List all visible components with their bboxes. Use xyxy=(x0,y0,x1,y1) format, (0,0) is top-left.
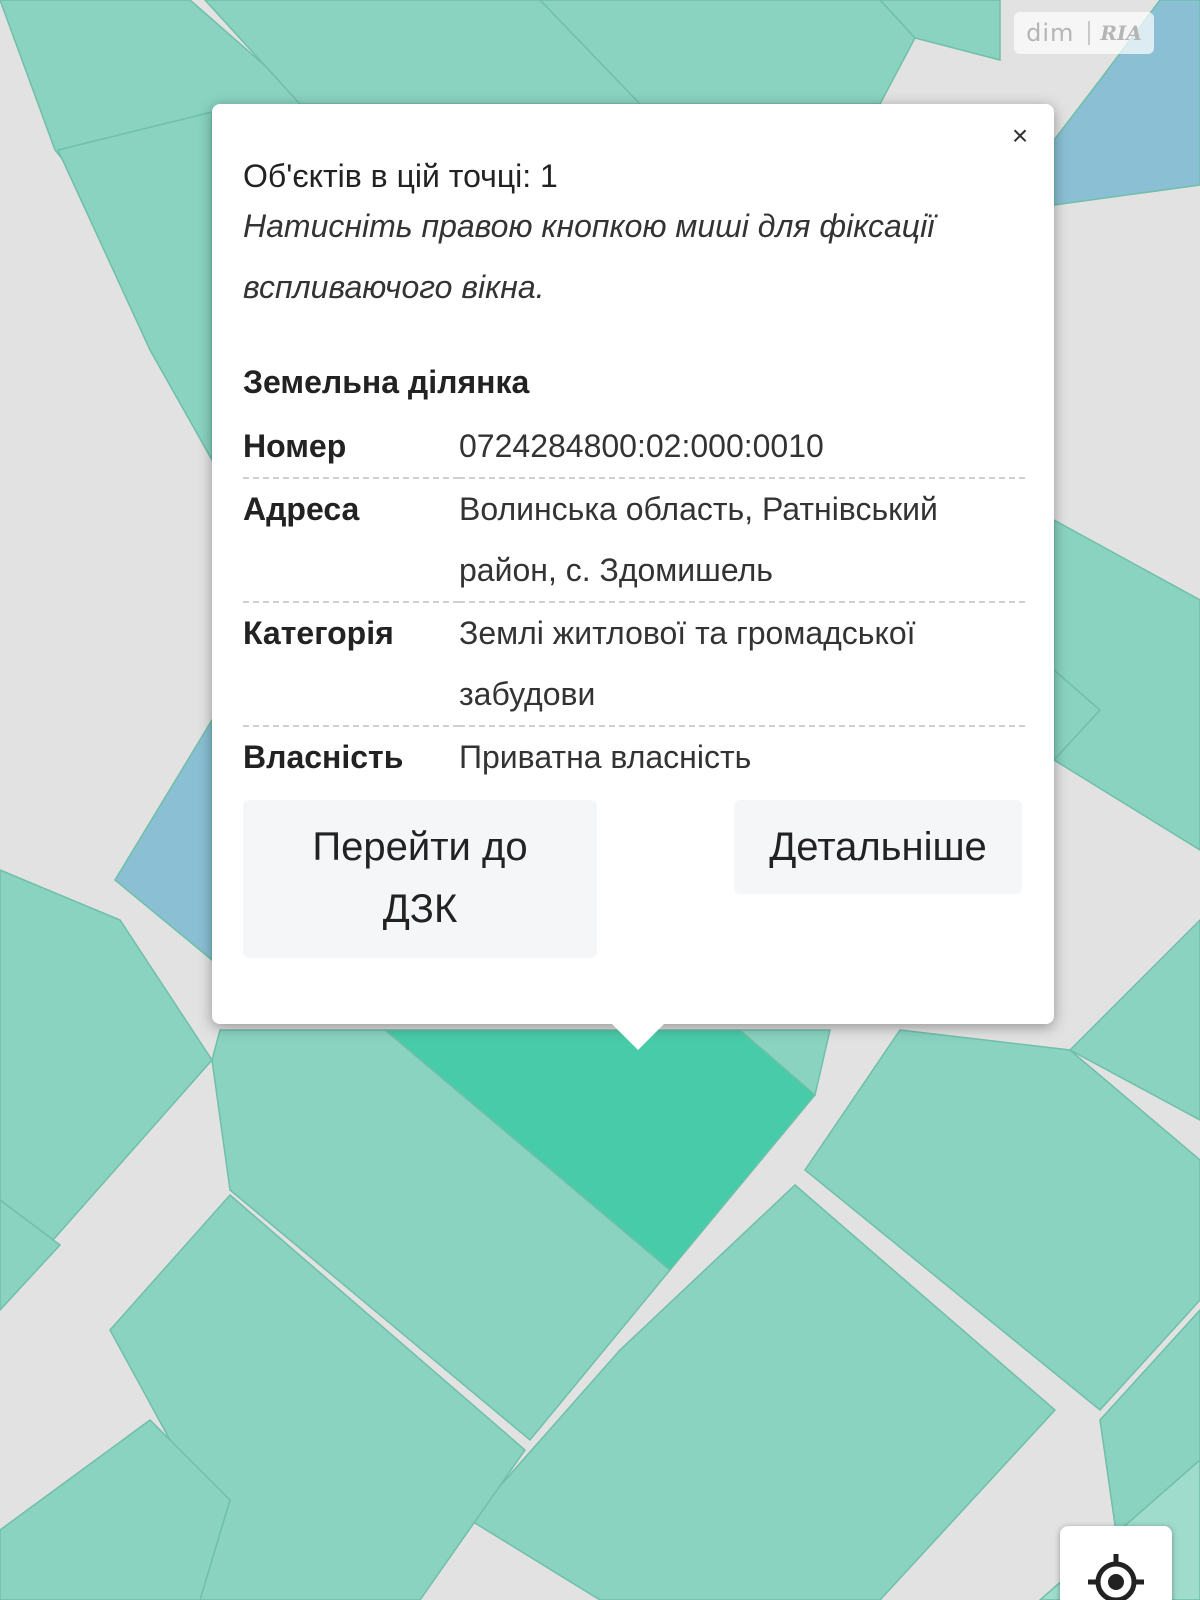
attribute-row-category: Категорія Землі житлової та громадської … xyxy=(243,602,1025,727)
section-title: Земельна ділянка xyxy=(243,364,530,400)
watermark-logo: dim RIA xyxy=(1014,12,1154,54)
attribute-row-ownership: Власність Приватна власність xyxy=(243,726,1025,788)
attribute-value: Землі житлової та громадської забудови xyxy=(459,602,1025,727)
attribute-value: 0724284800:02:000:0010 xyxy=(459,416,1025,479)
parcel[interactable] xyxy=(1053,518,1200,851)
attributes-table: Номер 0724284800:02:000:0010 Адреса Воли… xyxy=(243,416,1025,788)
attribute-value: Приватна власність xyxy=(459,739,752,775)
popup-actions: Перейти до ДЗК Детальніше xyxy=(243,800,1022,960)
attribute-key: Власність xyxy=(243,739,404,775)
attribute-row-number: Номер 0724284800:02:000:0010 xyxy=(243,416,1025,479)
attribute-key: Категорія xyxy=(243,602,459,727)
locate-button[interactable] xyxy=(1060,1526,1172,1600)
button-label-line: Перейти до xyxy=(312,825,528,869)
watermark-text: dim xyxy=(1026,19,1075,47)
hint-line-2: вспливаючого вікна. xyxy=(243,269,545,305)
close-icon[interactable]: × xyxy=(1006,122,1034,150)
water xyxy=(114,717,213,962)
go-to-dzk-button[interactable]: Перейти до ДЗК xyxy=(243,800,597,958)
attribute-row-address: Адреса Волинська область, Ратнівський ра… xyxy=(243,478,1025,603)
objects-count: Об'єктів в цій точці: 1 xyxy=(243,158,558,194)
button-label-line: ДЗК xyxy=(382,887,458,931)
attribute-value-line: забудови xyxy=(459,676,596,712)
attribute-key: Номер xyxy=(243,416,459,479)
attribute-value-line: Волинська область, Ратнівський xyxy=(459,491,938,527)
attribute-key: Адреса xyxy=(243,478,459,603)
map-view[interactable]: dim RIA × Об'єктів в цій точці: 1 Натисн… xyxy=(0,0,1200,1600)
parcel[interactable] xyxy=(56,111,213,463)
attribute-value-line: Землі житлової та громадської xyxy=(459,615,916,651)
crosshair-icon xyxy=(1088,1554,1144,1600)
parcel-info-popup: × Об'єктів в цій точці: 1 Натисніть прав… xyxy=(212,104,1054,1050)
watermark-brand: RIA xyxy=(1088,21,1142,45)
attribute-value-line: район, с. Здомишель xyxy=(459,552,773,588)
hint-line-1: Натисніть правою кнопкою миші для фіксац… xyxy=(243,208,935,244)
popup-pointer xyxy=(610,1022,666,1050)
details-button[interactable]: Детальніше xyxy=(734,800,1022,894)
attribute-value: Волинська область, Ратнівський район, с.… xyxy=(459,478,1025,603)
